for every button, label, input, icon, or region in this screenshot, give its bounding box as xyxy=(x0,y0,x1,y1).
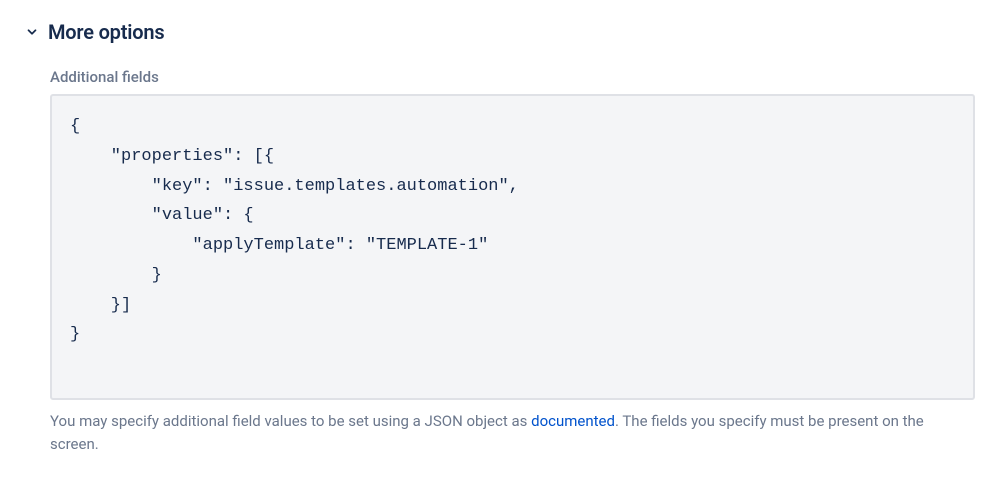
additional-fields-help: You may specify additional field values … xyxy=(50,410,975,455)
chevron-down-icon xyxy=(24,24,40,40)
additional-fields-label: Additional fields xyxy=(50,68,975,86)
additional-fields-input[interactable]: { "properties": [{ "key": "issue.templat… xyxy=(50,94,975,400)
more-options-title: More options xyxy=(48,20,164,44)
documented-link[interactable]: documented xyxy=(531,412,615,430)
help-text-before: You may specify additional field values … xyxy=(50,412,531,430)
more-options-toggle[interactable]: More options xyxy=(24,20,975,44)
more-options-content: Additional fields { "properties": [{ "ke… xyxy=(24,68,975,455)
